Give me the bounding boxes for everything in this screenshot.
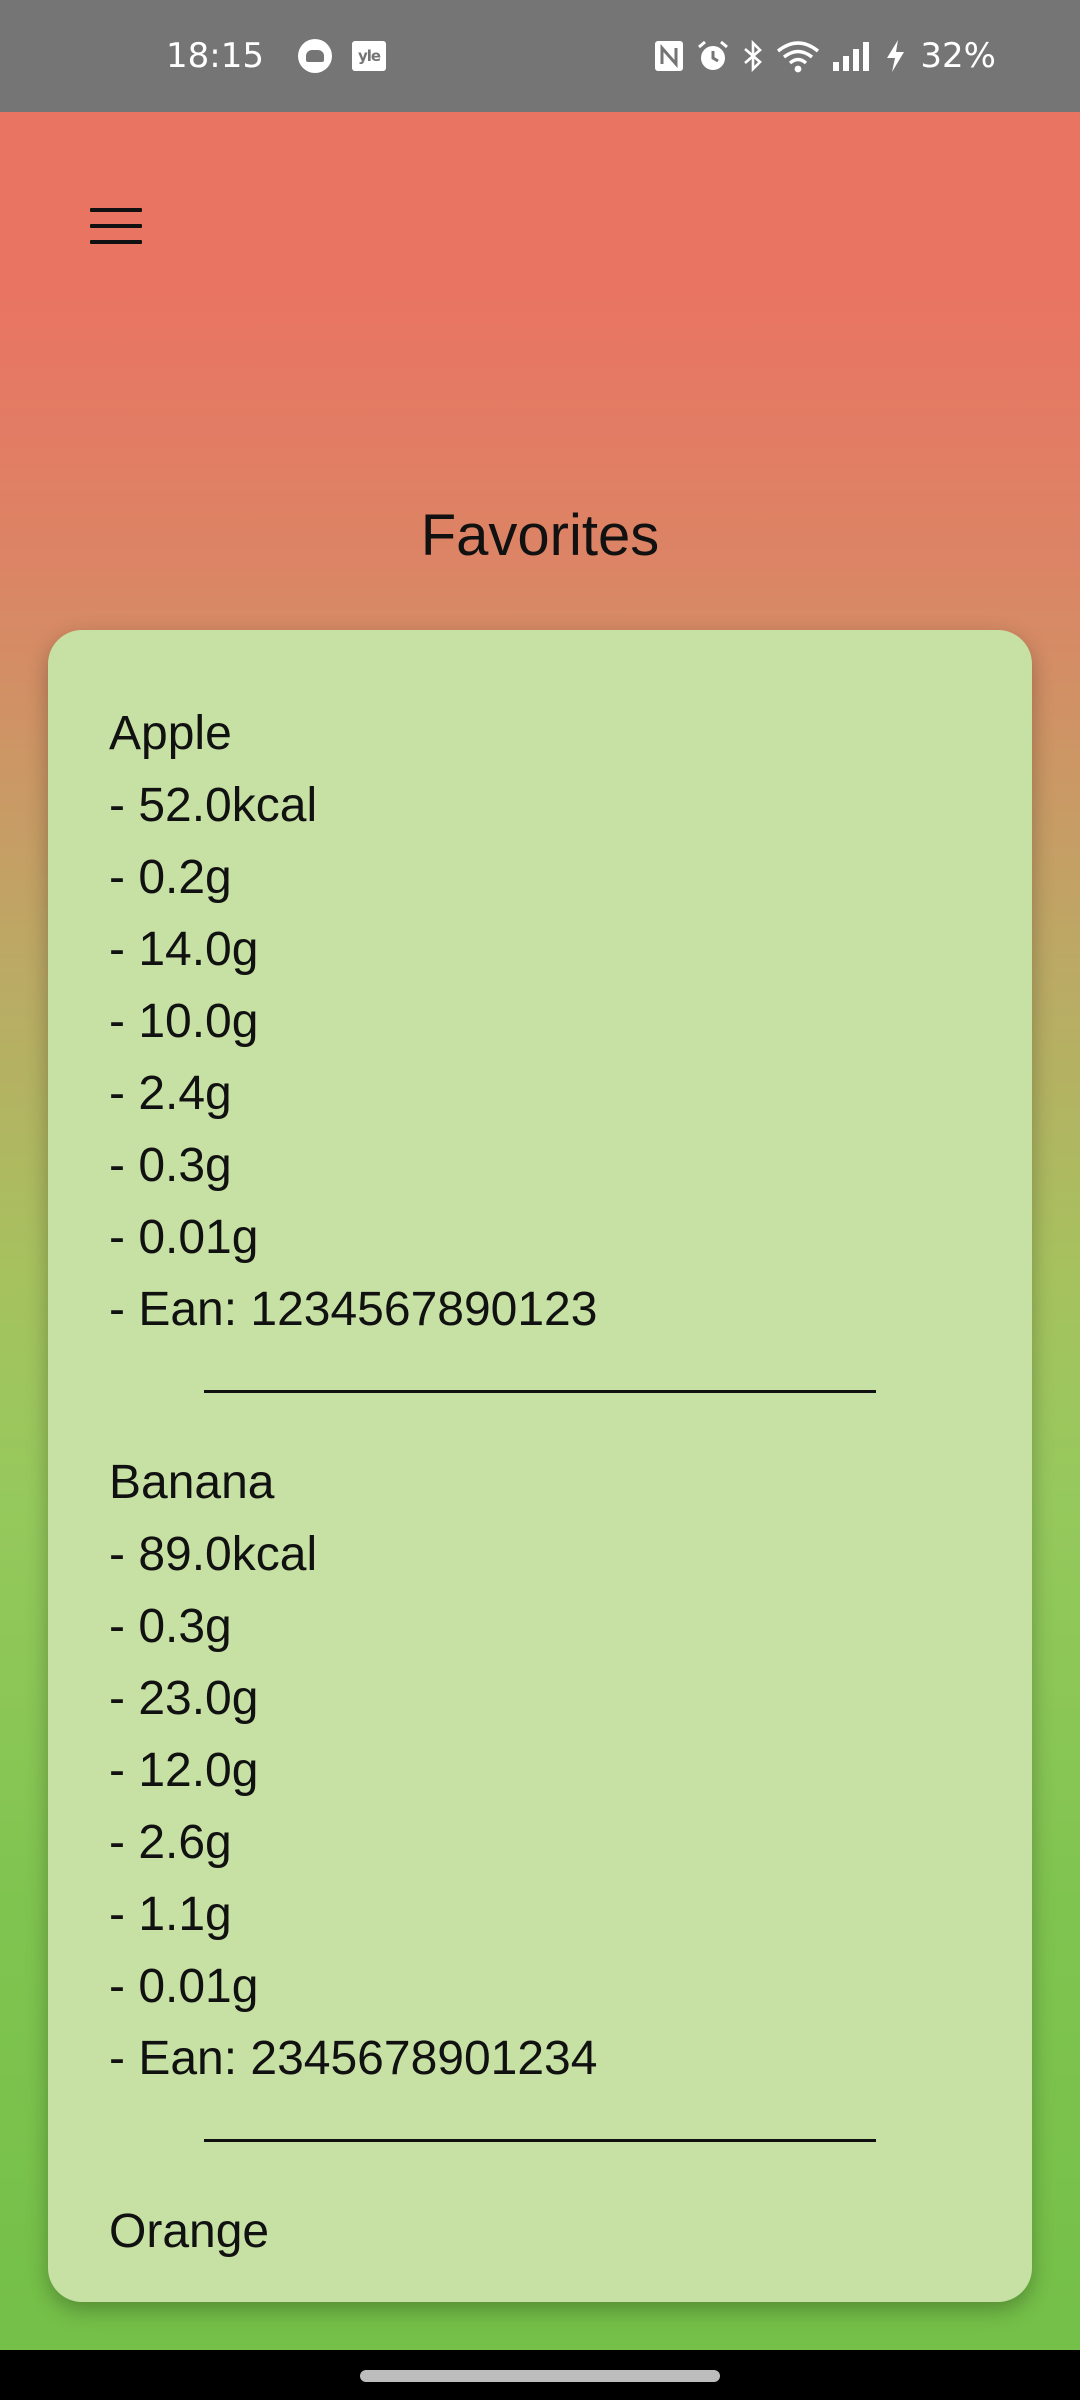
menu-bar-line	[90, 224, 142, 228]
hamburger-menu-icon[interactable]	[86, 204, 146, 248]
navigation-bar	[0, 2350, 1080, 2400]
home-gesture-handle[interactable]	[360, 2370, 720, 2382]
nfc-icon	[654, 40, 684, 72]
food-detail: - 0.01g	[109, 1960, 259, 2013]
item-divider	[204, 2139, 876, 2142]
yle-app-icon: yle	[352, 41, 386, 71]
food-calories: - 89.0kcal	[109, 1528, 318, 1581]
charging-icon	[884, 39, 906, 73]
food-detail: - 12.0g	[109, 1744, 259, 1797]
menu-bar-line	[90, 208, 142, 212]
food-detail: - 0.3g	[109, 1139, 232, 1192]
bluetooth-icon	[742, 39, 764, 73]
food-detail: - 14.0g	[109, 923, 259, 976]
food-detail: - 0.2g	[109, 851, 232, 904]
food-detail: - 2.4g	[109, 1067, 232, 1120]
food-calories: - 52.0kcal	[109, 779, 318, 832]
favorite-item-banana: Banana - 89.0kcal - 0.3g - 23.0g - 12.0g…	[109, 1447, 969, 2095]
alarm-icon	[696, 39, 730, 73]
favorite-item-orange: Orange	[109, 2196, 969, 2268]
wifi-icon	[776, 39, 820, 73]
app-screen: Favorites Apple - 52.0kcal - 0.2g - 14.0…	[0, 112, 1080, 2350]
signal-icon	[832, 40, 872, 72]
food-ean: - Ean: 2345678901234	[109, 2032, 598, 2085]
favorite-item-apple: Apple - 52.0kcal - 0.2g - 14.0g - 10.0g …	[109, 698, 969, 1346]
food-detail: - 10.0g	[109, 995, 259, 1048]
fox-app-icon	[298, 39, 332, 73]
food-detail: - 23.0g	[109, 1672, 259, 1725]
food-name: Apple	[109, 707, 232, 760]
battery-percentage: 32%	[920, 36, 996, 76]
status-time: 18:15	[166, 36, 264, 76]
food-ean: - Ean: 1234567890123	[109, 1283, 598, 1336]
food-detail: - 0.01g	[109, 1211, 259, 1264]
status-bar: 18:15 yle 32%	[0, 0, 1080, 112]
food-name: Orange	[109, 2205, 270, 2258]
item-divider	[204, 1390, 876, 1393]
food-detail: - 2.6g	[109, 1816, 232, 1869]
page-title: Favorites	[420, 503, 660, 568]
favorites-list-content: Apple - 52.0kcal - 0.2g - 14.0g - 10.0g …	[109, 698, 969, 2268]
food-detail: - 1.1g	[109, 1888, 232, 1941]
food-name: Banana	[109, 1456, 275, 1509]
menu-bar-line	[90, 240, 142, 244]
food-detail: - 0.3g	[109, 1600, 232, 1653]
favorites-list[interactable]: Apple - 52.0kcal - 0.2g - 14.0g - 10.0g …	[48, 630, 1032, 2302]
